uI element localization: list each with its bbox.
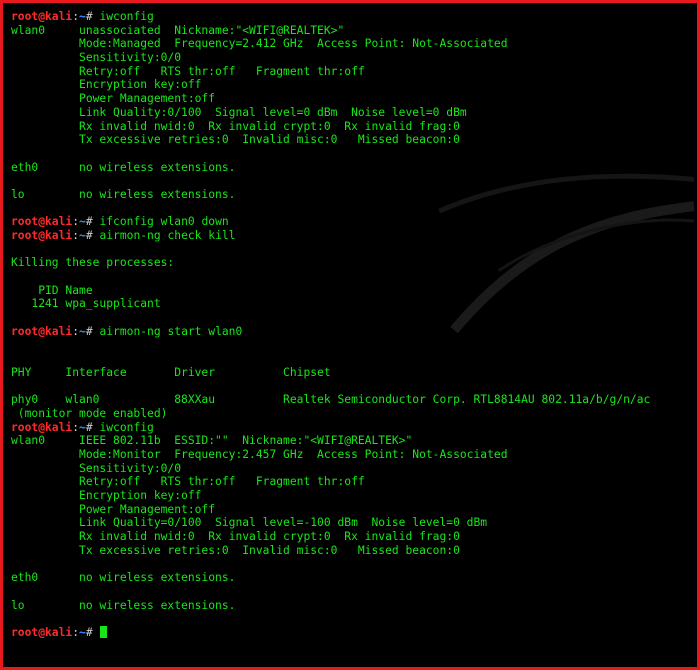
- output-line: Killing these processes:: [11, 256, 175, 270]
- command-text: airmon-ng start wlan0: [99, 324, 243, 338]
- prompt-path: ~: [79, 625, 86, 639]
- prompt-symbol: #: [85, 229, 100, 242]
- prompt-separator: :: [72, 625, 80, 639]
- prompt-user: root@kali: [11, 229, 73, 242]
- prompt-user: root@kali: [11, 10, 73, 23]
- prompt-line: root@kali:~#: [11, 625, 691, 640]
- output-line: phy0 wlan0 88XXau Realtek Semiconductor …: [11, 393, 651, 407]
- prompt-separator: :: [72, 324, 80, 338]
- prompt-path: ~: [79, 324, 86, 338]
- output-line: 1241 wpa_supplicant: [11, 297, 161, 311]
- prompt-symbol: #: [85, 625, 100, 639]
- prompt-path: ~: [79, 215, 86, 229]
- terminal-output[interactable]: root@kali:~# iwconfig wlan0 unassociated …: [11, 10, 691, 661]
- output-line: Retry:off RTS thr:off Fragment thr:off: [11, 475, 365, 489]
- output-line: Encryption key:off: [11, 489, 202, 503]
- prompt-path: ~: [79, 420, 86, 434]
- output-line: lo no wireless extensions.: [11, 187, 236, 201]
- prompt-symbol: #: [85, 420, 100, 434]
- output-line: wlan0 IEEE 802.11b ESSID:"" Nickname:"<W…: [11, 434, 413, 448]
- prompt-symbol: #: [85, 324, 100, 338]
- output-line: Mode:Monitor Frequency:2.457 GHz Access …: [11, 448, 508, 461]
- prompt-path: ~: [79, 10, 86, 23]
- output-line: Power Management:off: [11, 92, 216, 106]
- prompt-line: root@kali:~# iwconfig: [11, 10, 691, 24]
- prompt-separator: :: [72, 420, 80, 434]
- command-text: iwconfig: [99, 10, 154, 23]
- command-text: ifconfig wlan0 down: [99, 215, 229, 229]
- output-line: wlan0 unassociated Nickname:"<WIFI@REALT…: [11, 23, 345, 37]
- output-line: lo no wireless extensions.: [11, 598, 236, 612]
- screenshot-frame: root@kali:~# iwconfig wlan0 unassociated …: [0, 0, 700, 670]
- prompt-user: root@kali: [11, 215, 73, 229]
- output-line: Sensitivity:0/0: [11, 461, 182, 475]
- output-line: PID Name: [11, 283, 93, 297]
- output-line: PHY Interface Driver Chipset: [11, 365, 331, 379]
- output-line: Tx excessive retries:0 Invalid misc:0 Mi…: [11, 543, 460, 557]
- prompt-user: root@kali: [11, 324, 73, 338]
- output-line: Mode:Managed Frequency=2.412 GHz Access …: [11, 37, 508, 51]
- prompt-line: root@kali:~# airmon-ng start wlan0: [11, 325, 691, 339]
- prompt-line: root@kali:~# airmon-ng check kill: [11, 229, 691, 243]
- output-line: Tx excessive retries:0 Invalid misc:0 Mi…: [11, 133, 460, 147]
- output-line: (monitor mode enabled): [11, 406, 168, 420]
- command-text: iwconfig: [99, 420, 154, 434]
- prompt-path: ~: [79, 229, 86, 242]
- output-line: Retry:off RTS thr:off Fragment thr:off: [11, 64, 365, 78]
- output-line: Rx invalid nwid:0 Rx invalid crypt:0 Rx …: [11, 119, 460, 133]
- prompt-symbol: #: [85, 215, 100, 229]
- output-line: Encryption key:off: [11, 78, 202, 92]
- prompt-user: root@kali: [11, 420, 73, 434]
- output-line: Power Management:off: [11, 502, 216, 516]
- output-line: eth0 no wireless extensions.: [11, 571, 236, 585]
- prompt-symbol: #: [85, 10, 100, 23]
- output-line: Rx invalid nwid:0 Rx invalid crypt:0 Rx …: [11, 530, 460, 544]
- output-line: eth0 no wireless extensions.: [11, 160, 236, 174]
- prompt-line: root@kali:~# iwconfig: [11, 421, 691, 435]
- command-text: airmon-ng check kill: [99, 229, 236, 242]
- output-line: Link Quality=0/100 Signal level=-100 dBm…: [11, 516, 488, 530]
- output-line: Sensitivity:0/0: [11, 51, 182, 65]
- prompt-user: root@kali: [11, 625, 73, 639]
- prompt-separator: :: [72, 215, 80, 229]
- prompt-separator: :: [72, 10, 80, 23]
- prompt-separator: :: [72, 229, 80, 242]
- text-cursor[interactable]: [100, 625, 108, 638]
- output-line: Link Quality:0/100 Signal level=0 dBm No…: [11, 105, 467, 119]
- prompt-line: root@kali:~# ifconfig wlan0 down: [11, 215, 691, 229]
